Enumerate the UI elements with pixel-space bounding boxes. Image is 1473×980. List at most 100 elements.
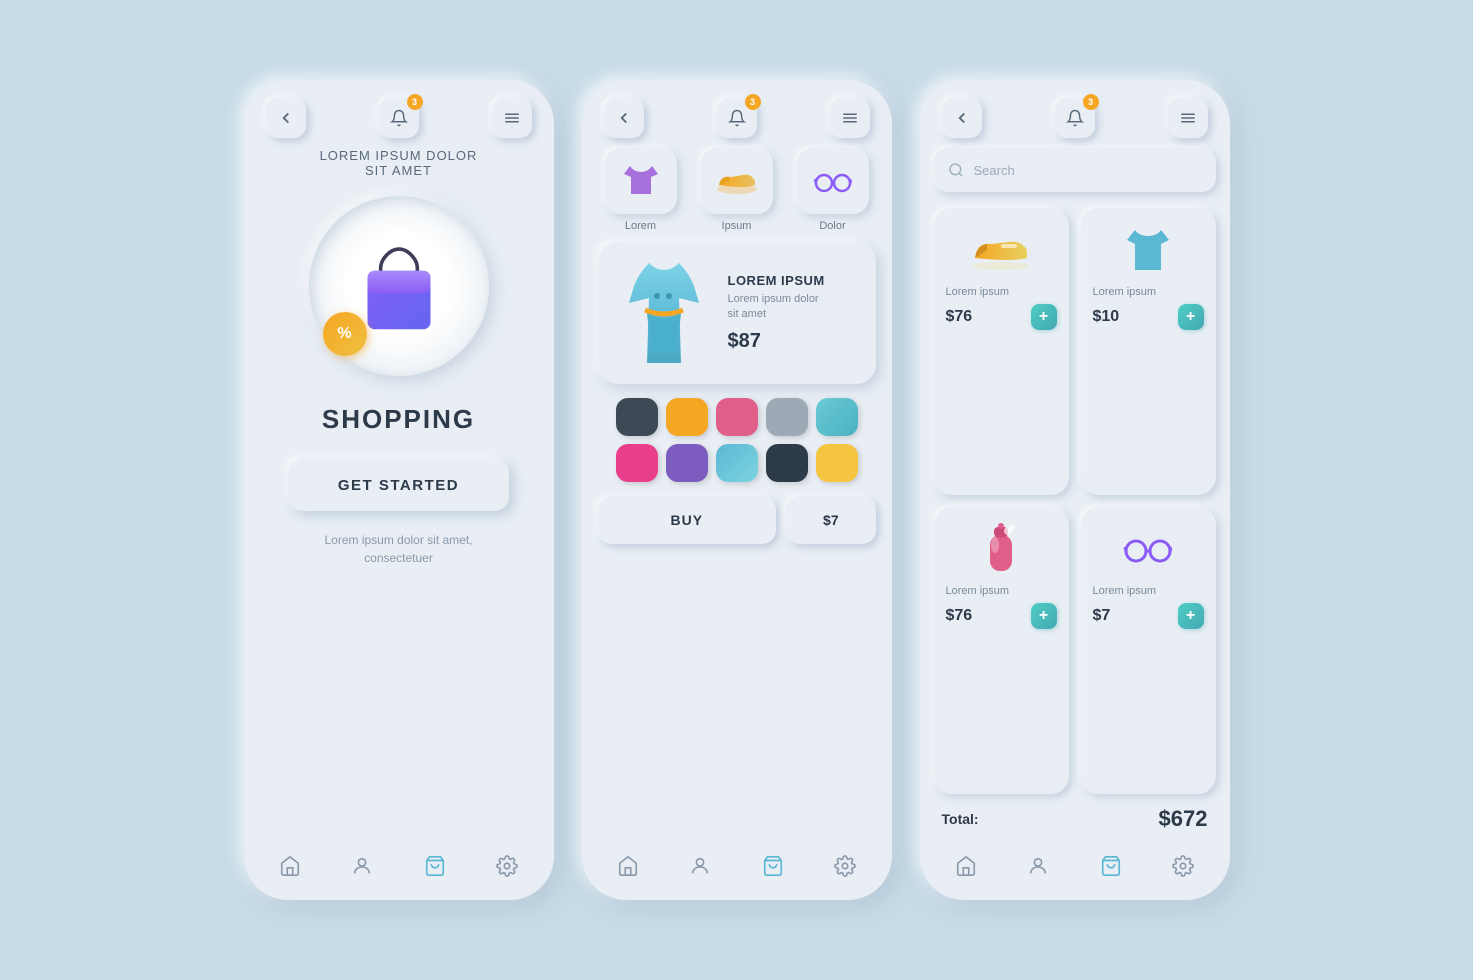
get-started-button[interactable]: GET STARTED — [289, 459, 509, 511]
screen2-content: Lorem — [582, 148, 892, 840]
product-tile-shoe: Lorem ipsum $76 + — [934, 208, 1069, 495]
back-button-3[interactable] — [942, 98, 982, 138]
color-hotpink[interactable] — [616, 444, 658, 482]
nav-settings-1[interactable] — [489, 848, 525, 884]
color-orange[interactable] — [666, 398, 708, 436]
tile-shoe-image — [946, 220, 1057, 280]
nav-person-1[interactable] — [344, 848, 380, 884]
product-price: $87 — [728, 330, 860, 353]
menu-button-3[interactable] — [1168, 98, 1208, 138]
category-ipsum[interactable]: Ipsum — [694, 148, 780, 232]
app-title: SHOPPING — [322, 404, 475, 435]
category-shirt-box — [605, 148, 677, 214]
search-bar[interactable]: Search — [934, 148, 1216, 192]
color-lightblue[interactable] — [716, 444, 758, 482]
product-tile-shirt: Lorem ipsum $10 + — [1081, 208, 1216, 495]
color-pink[interactable] — [716, 398, 758, 436]
screens-container: 3 LOREM IPSUM DOLOR SIT AMET % — [244, 80, 1230, 900]
top-bar-3: 3 — [920, 80, 1230, 148]
category-glasses-box — [797, 148, 869, 214]
category-dolor-label: Dolor — [819, 220, 845, 232]
nav-settings-3[interactable] — [1165, 848, 1201, 884]
tile-bag-label: Lorem ipsum — [946, 585, 1057, 597]
discount-badge: % — [323, 312, 367, 356]
tile-shirt-price-row: $10 + — [1093, 304, 1204, 330]
back-button-2[interactable] — [604, 98, 644, 138]
tile-glasses-price-row: $7 + — [1093, 603, 1204, 629]
shoe-icon-3 — [969, 230, 1033, 270]
tile-bag-price-row: $76 + — [946, 603, 1057, 629]
tile-bag-image — [946, 519, 1057, 579]
color-gray[interactable] — [766, 398, 808, 436]
colors-row-1 — [598, 398, 876, 436]
color-yellow[interactable] — [816, 444, 858, 482]
add-shoe-button[interactable]: + — [1031, 304, 1057, 330]
product-tile-bag: Lorem ipsum $76 + — [934, 507, 1069, 794]
bottom-nav-1 — [244, 840, 554, 900]
screen1-content: LOREM IPSUM DOLOR SIT AMET % — [244, 148, 554, 840]
nav-person-2[interactable] — [682, 848, 718, 884]
shopping-bag-icon — [354, 236, 444, 336]
tile-shirt-image — [1093, 220, 1204, 280]
buy-button[interactable]: BUY — [598, 496, 777, 544]
tile-bag-price: $76 — [946, 607, 973, 625]
top-bar-2: 3 — [582, 80, 892, 148]
bottom-nav-3 — [920, 840, 1230, 900]
nav-bag-1[interactable] — [417, 848, 453, 884]
product-desc: Lorem ipsum dolorsit amet — [728, 292, 860, 323]
category-row: Lorem — [598, 148, 876, 232]
shirt-icon-3 — [1123, 226, 1173, 274]
nav-person-3[interactable] — [1020, 848, 1056, 884]
tile-glasses-price: $7 — [1093, 607, 1111, 625]
tile-shoe-price: $76 — [946, 308, 973, 326]
tile-shirt-label: Lorem ipsum — [1093, 286, 1204, 298]
back-button-1[interactable] — [266, 98, 306, 138]
category-lorem[interactable]: Lorem — [598, 148, 684, 232]
product-image — [614, 258, 714, 368]
color-charcoal[interactable] — [766, 444, 808, 482]
glasses-icon-2 — [813, 169, 853, 193]
category-shoe-box — [701, 148, 773, 214]
notification-badge-3: 3 — [1083, 94, 1099, 110]
tile-shoe-price-row: $76 + — [946, 304, 1057, 330]
nav-store-1[interactable] — [272, 848, 308, 884]
add-shirt-button[interactable]: + — [1178, 304, 1204, 330]
nav-settings-2[interactable] — [827, 848, 863, 884]
add-bag-button[interactable]: + — [1031, 603, 1057, 629]
nav-bag-2[interactable] — [755, 848, 791, 884]
dress-icon — [619, 258, 709, 368]
notification-button-3[interactable]: 3 — [1055, 98, 1095, 138]
tile-shoe-label: Lorem ipsum — [946, 286, 1057, 298]
color-dark[interactable] — [616, 398, 658, 436]
category-ipsum-label: Ipsum — [722, 220, 752, 232]
menu-button-2[interactable] — [830, 98, 870, 138]
tile-shirt-price: $10 — [1093, 308, 1120, 326]
tile-glasses-image — [1093, 519, 1204, 579]
menu-button-1[interactable] — [492, 98, 532, 138]
screen3-content: Search — [920, 148, 1230, 840]
nav-store-2[interactable] — [610, 848, 646, 884]
nav-store-3[interactable] — [948, 848, 984, 884]
top-bar-1: 3 — [244, 80, 554, 148]
glasses-icon-3 — [1121, 533, 1175, 565]
products-grid: Lorem ipsum $76 + Lorem ipsum — [934, 208, 1216, 794]
buy-price: $7 — [786, 496, 875, 544]
notification-button-1[interactable]: 3 — [379, 98, 419, 138]
colors-section — [598, 398, 876, 482]
notification-button-2[interactable]: 3 — [717, 98, 757, 138]
bottom-nav-2 — [582, 840, 892, 900]
product-name: LOREM IPSUM — [728, 273, 860, 288]
color-teal[interactable] — [816, 398, 858, 436]
phone-screen-3: 3 Search — [920, 80, 1230, 900]
add-glasses-button[interactable]: + — [1178, 603, 1204, 629]
hero-circle: % — [309, 196, 489, 376]
color-purple[interactable] — [666, 444, 708, 482]
shirt-icon — [622, 164, 660, 198]
total-label: Total: — [942, 811, 979, 827]
notification-badge-1: 3 — [407, 94, 423, 110]
search-icon — [948, 162, 964, 178]
nav-bag-3[interactable] — [1093, 848, 1129, 884]
total-amount: $672 — [1159, 806, 1208, 832]
shoe-icon-2 — [715, 167, 759, 195]
category-dolor[interactable]: Dolor — [790, 148, 876, 232]
